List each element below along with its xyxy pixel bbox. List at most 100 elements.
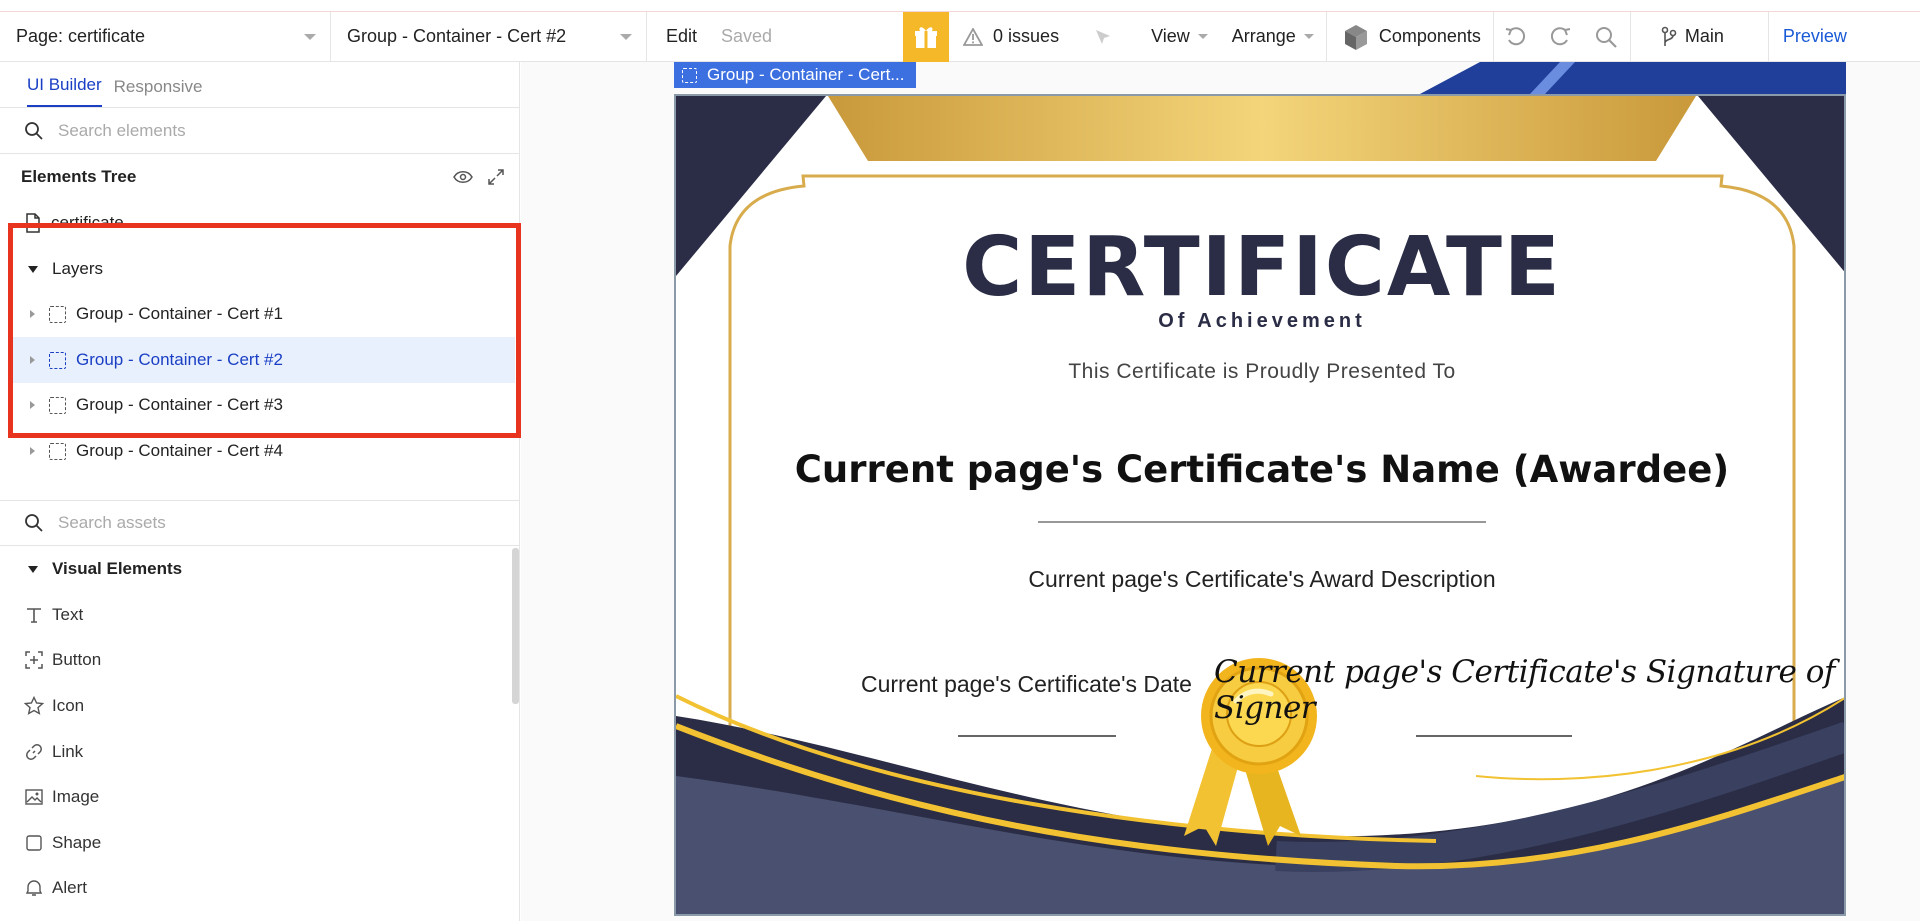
layer-item-label: Group - Container - Cert #1: [76, 304, 283, 323]
visual-element-label: Link: [52, 741, 84, 761]
search-icon: [25, 121, 43, 140]
certificate-edge-decoration: [1420, 62, 1846, 94]
layer-item-label: Group - Container - Cert #3: [76, 395, 283, 414]
search-elements-input[interactable]: [58, 120, 458, 141]
selection-tag[interactable]: Group - Container - Cert...: [674, 62, 917, 88]
preview-label: Preview: [1782, 26, 1847, 46]
view-menu[interactable]: View: [1139, 12, 1220, 62]
assets-section: Visual Elements Text Button Icon Link Im…: [0, 500, 520, 911]
group-icon: [682, 67, 697, 83]
layer-item-label: Group - Container - Cert #2: [76, 350, 283, 369]
layer-item-cert-4[interactable]: Group - Container - Cert #4: [13, 428, 515, 474]
elements-tree-title: Elements Tree: [21, 167, 137, 186]
caret-right-icon: [30, 447, 35, 455]
button-icon: [24, 651, 44, 670]
edit-menu[interactable]: Edit: [647, 12, 709, 62]
visual-element-image[interactable]: Image: [0, 774, 520, 820]
certificate-signature: Current page's Certificate's Signature o…: [1214, 654, 1835, 726]
branch-button[interactable]: Main: [1631, 12, 1768, 62]
visual-element-icon[interactable]: Icon: [0, 683, 520, 729]
group-icon: [49, 305, 66, 323]
caret-right-icon: [30, 356, 35, 364]
issues-button[interactable]: 0 issues: [949, 12, 1071, 62]
undo-button[interactable]: [1494, 12, 1538, 62]
text-icon: [24, 606, 44, 624]
layer-item-cert-1[interactable]: Group - Container - Cert #1: [13, 291, 515, 337]
certificate-awardee-name: Current page's Certificate's Name (Award…: [794, 448, 1730, 491]
top-stripe: [0, 0, 1920, 12]
certificate-date: Current page's Certificate's Date: [861, 671, 1192, 697]
caret-right-icon: [30, 310, 35, 318]
visual-element-label: Text: [52, 604, 84, 624]
undo-icon: [1505, 26, 1525, 45]
certificate[interactable]: CERTIFICATE Of Achievement This Certific…: [674, 94, 1846, 916]
tab-responsive[interactable]: Responsive: [114, 77, 203, 107]
star-icon: [24, 695, 44, 716]
panel-tabs: UI Builder Responsive: [0, 62, 519, 108]
preview-button[interactable]: Preview: [1769, 12, 1859, 62]
element-dropdown[interactable]: Group - Container - Cert #2: [331, 11, 647, 62]
shape-icon: [24, 835, 44, 851]
tab-ui-builder[interactable]: UI Builder: [27, 75, 102, 107]
search-icon: [1595, 26, 1617, 48]
issues-label: 0 issues: [993, 26, 1060, 46]
layer-item-label: Group - Container - Cert #4: [76, 441, 283, 460]
expand-icon[interactable]: [487, 168, 505, 186]
visual-element-alert[interactable]: Alert: [0, 866, 520, 912]
inspector-pointer[interactable]: [1071, 12, 1139, 62]
certificate-description: Current page's Certificate's Award Descr…: [1028, 566, 1496, 592]
layer-item-cert-3[interactable]: Group - Container - Cert #3: [13, 382, 515, 428]
visual-element-label: Shape: [52, 832, 102, 852]
chevron-down-icon: [1197, 34, 1208, 39]
eye-icon[interactable]: [453, 170, 473, 184]
gift-icon: [915, 26, 938, 48]
redo-icon: [1550, 26, 1571, 45]
warning-icon: [963, 27, 984, 46]
link-icon: [24, 743, 44, 761]
visual-element-text[interactable]: Text: [0, 592, 520, 638]
search-button[interactable]: [1582, 12, 1630, 62]
visual-element-label: Icon: [52, 695, 85, 715]
saved-status: Saved: [709, 12, 903, 62]
page-dropdown-label: Page: certificate: [16, 26, 146, 46]
certificate-subtitle: Of Achievement: [1158, 310, 1366, 332]
branch-label: Main: [1684, 26, 1724, 46]
scrollbar[interactable]: [512, 548, 519, 704]
search-elements: [0, 108, 519, 154]
search-assets: [0, 500, 520, 546]
caret-down-icon: [28, 565, 38, 573]
chevron-down-icon: [304, 33, 316, 40]
cube-icon: [1344, 24, 1367, 50]
alert-icon: [24, 879, 44, 897]
search-assets-input[interactable]: [58, 513, 458, 533]
certificate-title: CERTIFICATE: [962, 220, 1562, 315]
visual-element-label: Alert: [52, 878, 87, 898]
chevron-down-icon: [1303, 34, 1314, 39]
visual-elements-title: Visual Elements: [52, 559, 183, 578]
selection-tag-label: Group - Container - Cert...: [707, 65, 905, 84]
visual-element-label: Image: [52, 787, 100, 807]
gift-button[interactable]: [903, 11, 950, 62]
elements-tree-header: Elements Tree: [0, 154, 519, 200]
visual-element-shape[interactable]: Shape: [0, 820, 520, 866]
components-label: Components: [1378, 26, 1481, 46]
layer-item-cert-2[interactable]: Group - Container - Cert #2: [13, 337, 515, 383]
certificate-artwork: [676, 96, 1844, 914]
search-icon: [25, 514, 43, 532]
edit-label: Edit: [666, 26, 698, 46]
redo-button[interactable]: [1538, 12, 1582, 62]
element-dropdown-label: Group - Container - Cert #2: [347, 26, 567, 46]
arrange-label: Arrange: [1231, 26, 1296, 46]
group-icon: [49, 442, 66, 460]
visual-element-label: Button: [52, 650, 102, 670]
page-dropdown[interactable]: Page: certificate: [0, 11, 331, 62]
components-button[interactable]: Components: [1327, 12, 1493, 62]
visual-element-button[interactable]: Button: [0, 638, 520, 684]
saved-label: Saved: [721, 26, 773, 46]
chevron-down-icon: [620, 33, 632, 40]
view-label: View: [1151, 26, 1190, 46]
visual-elements-toggle[interactable]: Visual Elements: [0, 546, 520, 592]
arrange-menu[interactable]: Arrange: [1220, 12, 1326, 62]
cursor-icon: [1096, 29, 1111, 44]
visual-element-link[interactable]: Link: [0, 729, 520, 775]
